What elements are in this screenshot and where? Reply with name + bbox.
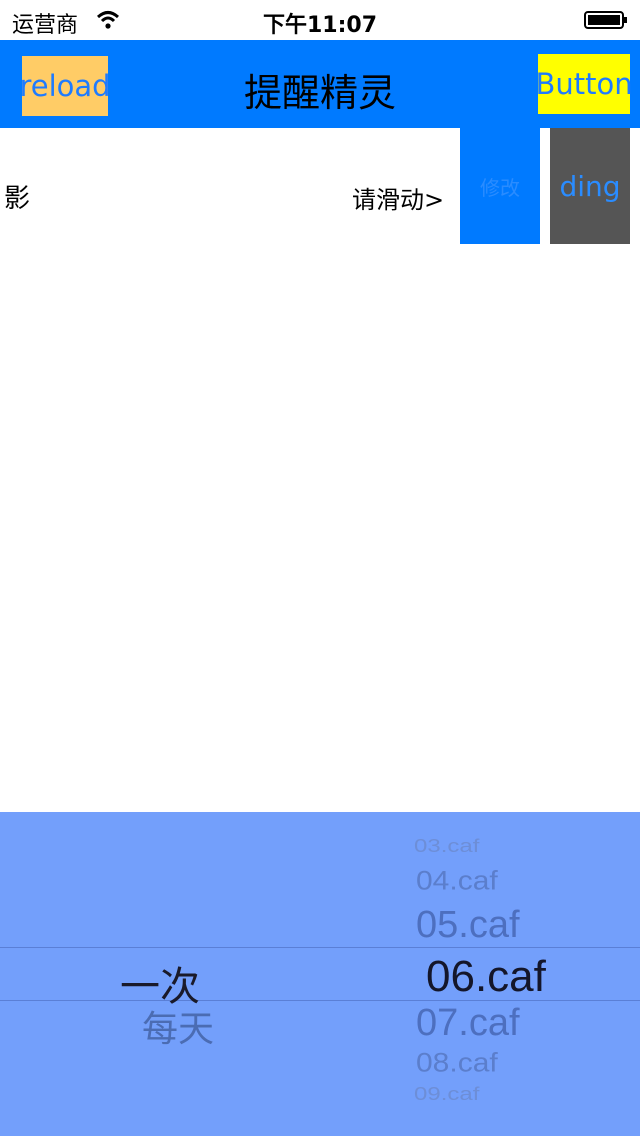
- repeat-option[interactable]: 每天: [142, 1000, 214, 1052]
- battery-icon: [584, 11, 627, 29]
- sound-option[interactable]: 04.caf: [416, 866, 498, 897]
- selection-line-top: [0, 947, 640, 948]
- sound-option[interactable]: 03.caf: [414, 836, 479, 857]
- clock: 下午11:07: [262, 13, 378, 38]
- navigation-bar: reload 提醒精灵 Button: [0, 40, 640, 128]
- row-title: 影: [4, 184, 31, 214]
- right-action-button[interactable]: Button: [535, 54, 633, 114]
- sound-option[interactable]: 09.caf: [414, 1084, 479, 1105]
- swipe-hint: 请滑动>: [352, 186, 445, 214]
- edit-action-button[interactable]: 修改: [460, 128, 540, 244]
- picker-view[interactable]: 一次 每天 03.caf 04.caf 05.caf 06.caf 07.caf…: [0, 812, 640, 1136]
- sound-option[interactable]: 08.caf: [416, 1048, 498, 1079]
- sound-option[interactable]: 05.caf: [416, 904, 520, 947]
- sound-option[interactable]: 07.caf: [416, 1002, 520, 1045]
- ding-action-button[interactable]: ding: [550, 128, 630, 244]
- table-row[interactable]: 影 请滑动> 修改 ding: [0, 128, 640, 244]
- status-bar: 运营商 下午11:07: [0, 0, 640, 40]
- sound-option-selected[interactable]: 06.caf: [426, 952, 546, 1002]
